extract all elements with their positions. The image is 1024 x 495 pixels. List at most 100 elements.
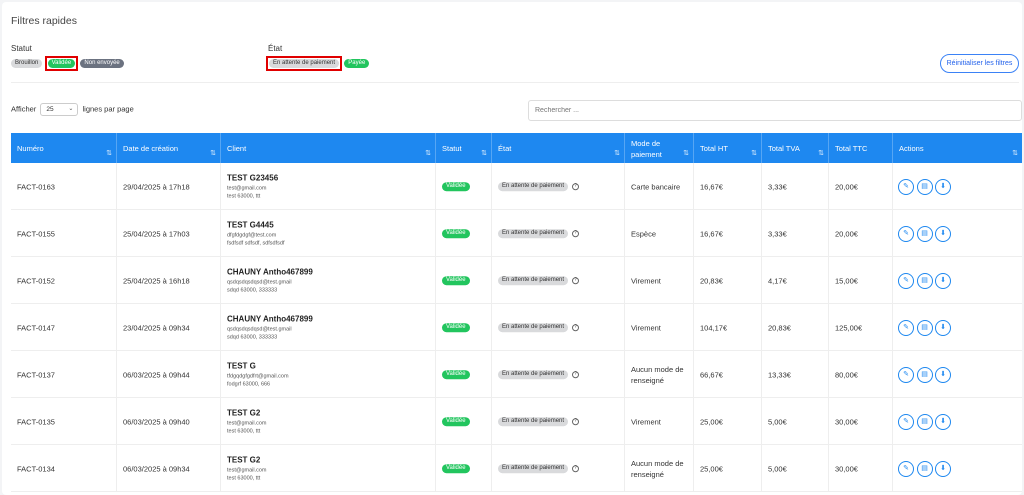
edit-icon[interactable]: ✎: [898, 413, 914, 430]
client-block: TEST G2 test@gmail.com test 63000, ttt: [227, 408, 267, 435]
chip-en-attente[interactable]: En attente de paiement: [269, 59, 340, 69]
cell-actions: ✎ ▤ ⬇: [892, 257, 1022, 304]
cell-mode: Aucun mode de renseigné: [624, 445, 693, 492]
document-icon[interactable]: ▤: [916, 272, 933, 289]
client-address: test 63000, ttt: [227, 193, 261, 199]
page-size-select[interactable]: 25 ⌄: [40, 103, 79, 116]
edit-icon[interactable]: ✎: [898, 366, 914, 383]
chip-payee[interactable]: Payée: [344, 59, 370, 69]
table-row[interactable]: FACT-0152 25/04/2025 à 16h18 CHAUNY Antho4…: [11, 257, 1022, 304]
col-ht[interactable]: Total HT ⇅: [693, 133, 761, 163]
statut-filter-label: Statut: [11, 44, 32, 53]
chip-validee[interactable]: Validée: [47, 59, 76, 69]
client-email: qsdqsdqsdqsd@test.gmail: [227, 279, 292, 285]
mode-wrap: Espèce: [631, 228, 656, 239]
col-numero[interactable]: Numéro ⇅: [11, 133, 116, 163]
created-date: 29/04/2025 à 17h18: [123, 182, 190, 191]
total-ttc: 20,00€: [835, 182, 858, 191]
help-icon[interactable]: ?: [572, 465, 580, 473]
cell-date: 25/04/2025 à 17h03: [116, 210, 220, 257]
help-icon[interactable]: ?: [572, 183, 580, 191]
chip-brouillon[interactable]: Brouillon: [11, 59, 43, 69]
invoice-number: FACT-0137: [17, 370, 55, 379]
client-name: TEST G2: [227, 408, 261, 417]
search-input[interactable]: [528, 100, 1022, 121]
table-body: FACT-0163 29/04/2025 à 17h18 TEST G23456 te…: [11, 163, 1022, 492]
invoice-number: FACT-0163: [17, 182, 55, 191]
col-tva[interactable]: Total TVA ⇅: [761, 133, 828, 163]
total-ht: 25,00€: [700, 464, 723, 473]
col-client[interactable]: Client ⇅: [220, 133, 435, 163]
cell-date: 06/03/2025 à 09h44: [116, 351, 220, 398]
cell-ttc: 125,00€: [828, 304, 892, 351]
download-icon[interactable]: ⬇: [935, 178, 951, 195]
edit-icon[interactable]: ✎: [898, 460, 914, 477]
table-row[interactable]: FACT-0163 29/04/2025 à 17h18 TEST G23456 te…: [11, 163, 1022, 210]
payment-mode: Espèce: [631, 229, 657, 238]
table-row[interactable]: FACT-0147 23/04/2025 à 09h34 CHAUNY Antho4…: [11, 304, 1022, 351]
col-statut-label: Statut: [442, 144, 462, 153]
cell-mode: Espèce: [624, 210, 693, 257]
table-row[interactable]: FACT-0155 25/04/2025 à 17h03 TEST G4445 dfg…: [11, 210, 1022, 257]
col-ttc[interactable]: Total TTC: [828, 133, 892, 163]
created-date: 06/03/2025 à 09h44: [123, 370, 190, 379]
download-icon[interactable]: ⬇: [935, 366, 951, 383]
edit-icon[interactable]: ✎: [898, 178, 914, 195]
payment-mode-2: renseigné: [631, 469, 664, 479]
cell-actions: ✎ ▤ ⬇: [892, 351, 1022, 398]
table-row[interactable]: FACT-0137 06/03/2025 à 09h44 TEST G tfdgqdg…: [11, 351, 1022, 398]
payment-mode: Aucun mode de: [631, 458, 684, 468]
col-statut[interactable]: Statut ⇅: [435, 133, 491, 163]
client-name: CHAUNY Antho467899: [227, 267, 313, 276]
document-icon[interactable]: ▤: [916, 319, 933, 336]
statut-filter-chips: Brouillon Validée Non envoyée: [11, 56, 124, 72]
col-date[interactable]: Date de création ⇅: [116, 133, 220, 163]
sort-icon: ⇅: [1012, 150, 1018, 157]
help-icon[interactable]: ?: [572, 230, 580, 238]
created-date: 23/04/2025 à 09h34: [123, 323, 190, 332]
client-address: fodgrf 63000, 666: [227, 381, 271, 387]
help-icon[interactable]: ?: [572, 418, 580, 426]
payment-mode: Virement: [631, 417, 661, 426]
document-icon[interactable]: ▤: [916, 178, 933, 195]
chevron-down-icon: ⌄: [68, 106, 74, 112]
document-icon[interactable]: ▤: [916, 413, 933, 430]
status-badge: Validée: [442, 182, 470, 192]
chip-non-envoyee[interactable]: Non envoyée: [80, 59, 124, 69]
help-icon[interactable]: ?: [572, 277, 580, 285]
cell-mode: Virement: [624, 398, 693, 445]
download-icon[interactable]: ⬇: [935, 319, 951, 336]
edit-icon[interactable]: ✎: [898, 225, 914, 242]
download-icon[interactable]: ⬇: [935, 460, 951, 477]
table-header: Numéro ⇅ Date de création ⇅ Client ⇅ Statut…: [11, 133, 1022, 163]
edit-icon[interactable]: ✎: [898, 272, 914, 289]
cell-mode: Carte bancaire: [624, 163, 693, 210]
mode-wrap: Virement: [631, 416, 661, 427]
help-icon[interactable]: ?: [572, 371, 580, 379]
cell-ht: 25,00€: [693, 445, 761, 492]
client-address: test 63000, ttt: [227, 428, 261, 434]
reset-filters-button[interactable]: Réinitialiser les filtres: [940, 54, 1019, 73]
document-icon[interactable]: ▤: [916, 366, 933, 383]
download-icon[interactable]: ⬇: [935, 413, 951, 430]
edit-icon[interactable]: ✎: [898, 319, 914, 336]
client-email: qsdqsdqsdqsd@test.gmail: [227, 326, 292, 332]
selected-outline: Validée: [44, 56, 79, 72]
mode-wrap: Aucun mode de renseigné: [631, 458, 684, 480]
document-icon[interactable]: ▤: [916, 460, 933, 477]
status-badge: Validée: [442, 370, 470, 380]
cell-etat: En attente de paiement?: [491, 257, 624, 304]
col-etat-label: État: [498, 144, 512, 153]
download-icon[interactable]: ⬇: [935, 272, 951, 289]
table-row[interactable]: FACT-0134 06/03/2025 à 09h34 TEST G2 test@g…: [11, 445, 1022, 492]
etat-wrap: En attente de paiement?: [498, 276, 580, 286]
client-block: TEST G tfdgqdgfgdfrt@gmail.com fodgrf 6300…: [227, 361, 289, 388]
help-icon[interactable]: ?: [572, 324, 580, 332]
download-icon[interactable]: ⬇: [935, 225, 951, 242]
document-icon[interactable]: ▤: [916, 225, 933, 242]
col-etat[interactable]: État ⇅: [491, 133, 624, 163]
table-row[interactable]: FACT-0135 06/03/2025 à 09h40 TEST G2 test@g…: [11, 398, 1022, 445]
etat-wrap: En attente de paiement?: [498, 464, 580, 474]
cell-date: 25/04/2025 à 16h18: [116, 257, 220, 304]
col-mode[interactable]: Mode de paiement ⇅: [624, 133, 693, 163]
